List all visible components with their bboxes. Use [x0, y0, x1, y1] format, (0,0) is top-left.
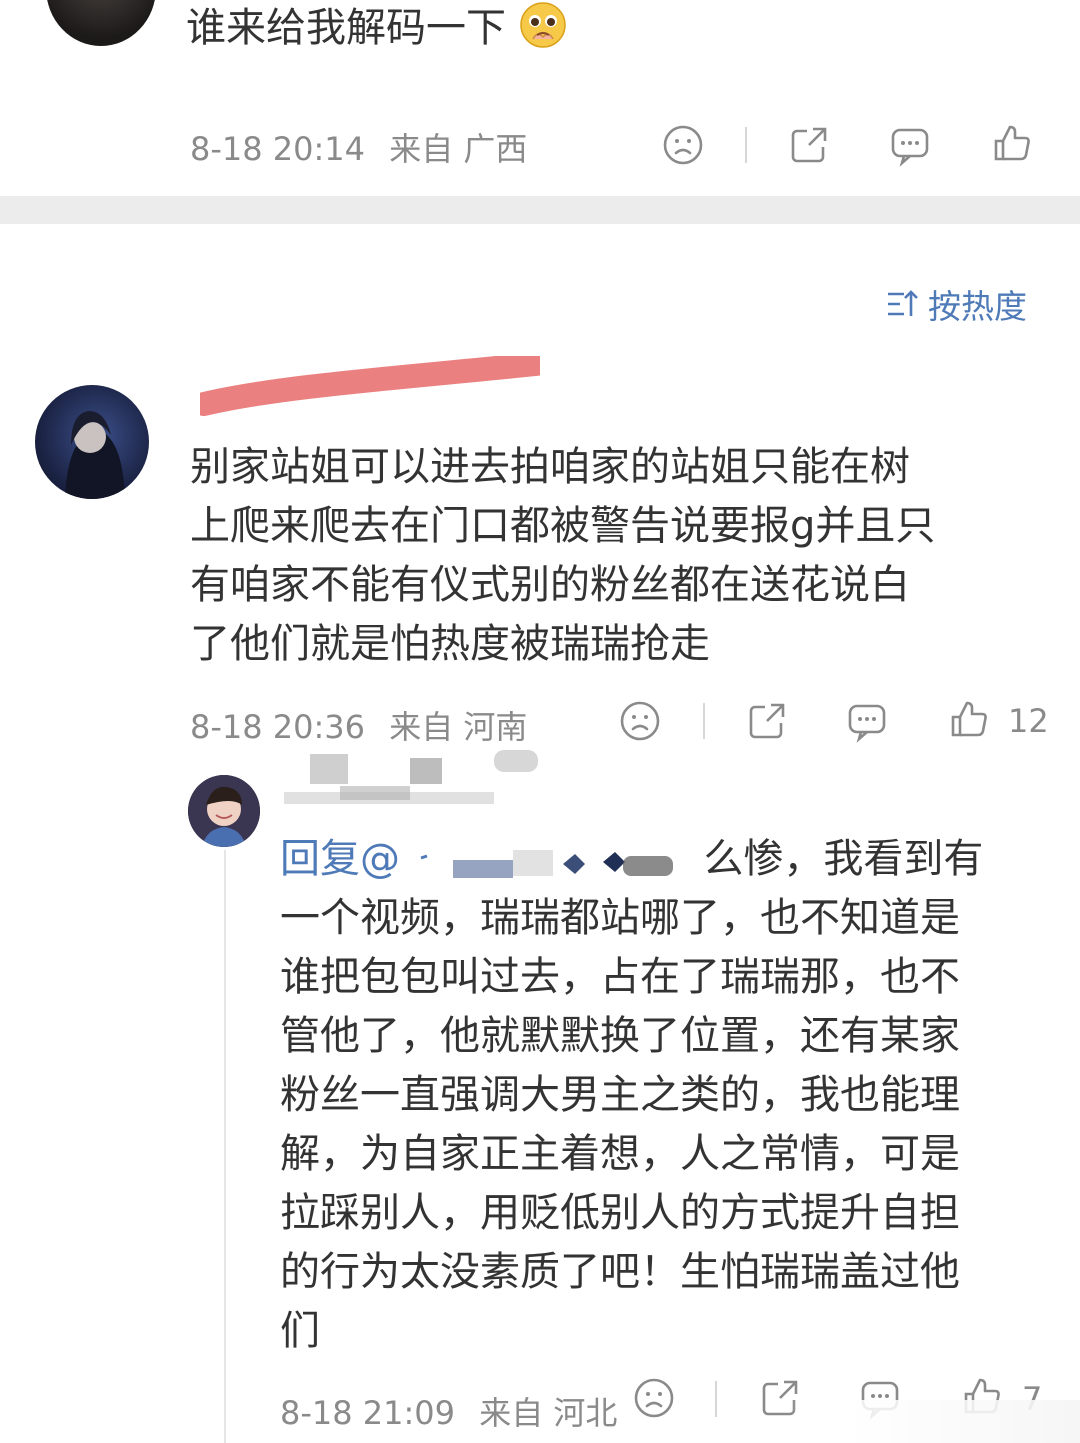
reply-time: 8-18 21:09 — [280, 1394, 456, 1432]
like-count: 12 — [1008, 702, 1049, 740]
like-icon[interactable] — [947, 697, 991, 741]
share-icon[interactable] — [745, 699, 789, 743]
comment-main-line: 别家站姐可以进去拍咱家的站姐只能在树 — [190, 444, 910, 490]
section-divider — [0, 196, 1080, 224]
comment-main-text: 别家站姐可以进去拍咱家的站姐只能在树 上爬来爬去在门口都被警告说要报g并且只 有… — [190, 438, 1050, 674]
dislike-icon[interactable] — [618, 699, 662, 743]
sort-control[interactable]: 按热度 — [884, 282, 1027, 326]
reply-line: 们 — [280, 1308, 320, 1354]
reply-line: 拉踩别人，用贬低别人的方式提升自担 — [280, 1190, 960, 1236]
comment-icon[interactable] — [845, 699, 889, 743]
reply-line: 的行为太没素质了吧！生怕瑞瑞盖过他 — [280, 1249, 960, 1295]
comment-top-meta: 8-18 20:14 来自 广西 — [190, 124, 527, 170]
avatar-main[interactable] — [35, 385, 149, 499]
reply-meta: 8-18 21:09 来自 河北 — [280, 1388, 617, 1434]
comment-main-line: 了他们就是怕热度被瑞瑞抢走 — [190, 621, 710, 667]
reply-line: 粉丝一直强调大男主之类的，我也能理 — [280, 1072, 960, 1118]
comment-top-time: 8-18 20:14 — [190, 130, 366, 168]
share-icon[interactable] — [787, 123, 831, 167]
dislike-icon[interactable] — [661, 123, 705, 167]
reply-mention-redacted — [413, 834, 691, 882]
reply-text: 回复@ 么惨，我看到有 一个视频，瑞瑞都站哪了，也不知道是 谁把包包叫过去，占在… — [280, 830, 1060, 1361]
comment-top-location: 来自 广西 — [389, 130, 528, 168]
reply-line: 管他了，他就默默换了位置，还有某家 — [280, 1013, 960, 1059]
reply-first-tail: 么惨，我看到有 — [703, 836, 984, 882]
comment-main-line: 有咱家不能有仪式别的粉丝都在送花说白 — [190, 562, 910, 608]
divider-bar — [703, 703, 705, 739]
comment-icon[interactable] — [888, 123, 932, 167]
like-icon[interactable] — [990, 121, 1034, 165]
divider-bar — [745, 127, 747, 163]
reply-first-line: 回复@ 么惨，我看到有 — [280, 830, 1060, 889]
reply-username-redacted — [280, 746, 540, 814]
username-redacted — [192, 352, 548, 416]
reply-prefix[interactable]: 回复@ — [280, 836, 400, 882]
reply-line: 一个视频，瑞瑞都站哪了，也不知道是 — [280, 895, 960, 941]
comment-main-location: 来自 河南 — [389, 708, 528, 746]
sort-icon — [884, 286, 920, 322]
comment-top-text: 谁来给我解码一下 — [186, 0, 567, 58]
reply-line: 谁把包包叫过去，占在了瑞瑞那，也不 — [280, 954, 960, 1000]
comment-main-meta: 8-18 20:36 来自 河南 — [190, 702, 527, 748]
reply-location: 来自 河北 — [479, 1394, 618, 1432]
comment-main-line: 上爬来爬去在门口都被警告说要报g并且只 — [190, 503, 936, 549]
pleading-face-emoji — [519, 1, 567, 49]
avatar-top[interactable] — [46, 0, 156, 46]
reply-line: 解，为自家正主着想，人之常情，可是 — [280, 1131, 960, 1177]
watermark-overlay — [790, 1400, 1080, 1443]
reply-thread-line — [224, 850, 226, 1443]
divider-bar — [715, 1381, 717, 1417]
avatar-reply[interactable] — [188, 775, 260, 847]
sort-label: 按热度 — [928, 287, 1027, 326]
dislike-icon[interactable] — [632, 1376, 676, 1420]
comment-main-time: 8-18 20:36 — [190, 708, 366, 746]
comment-top-body: 谁来给我解码一下 — [186, 5, 506, 51]
